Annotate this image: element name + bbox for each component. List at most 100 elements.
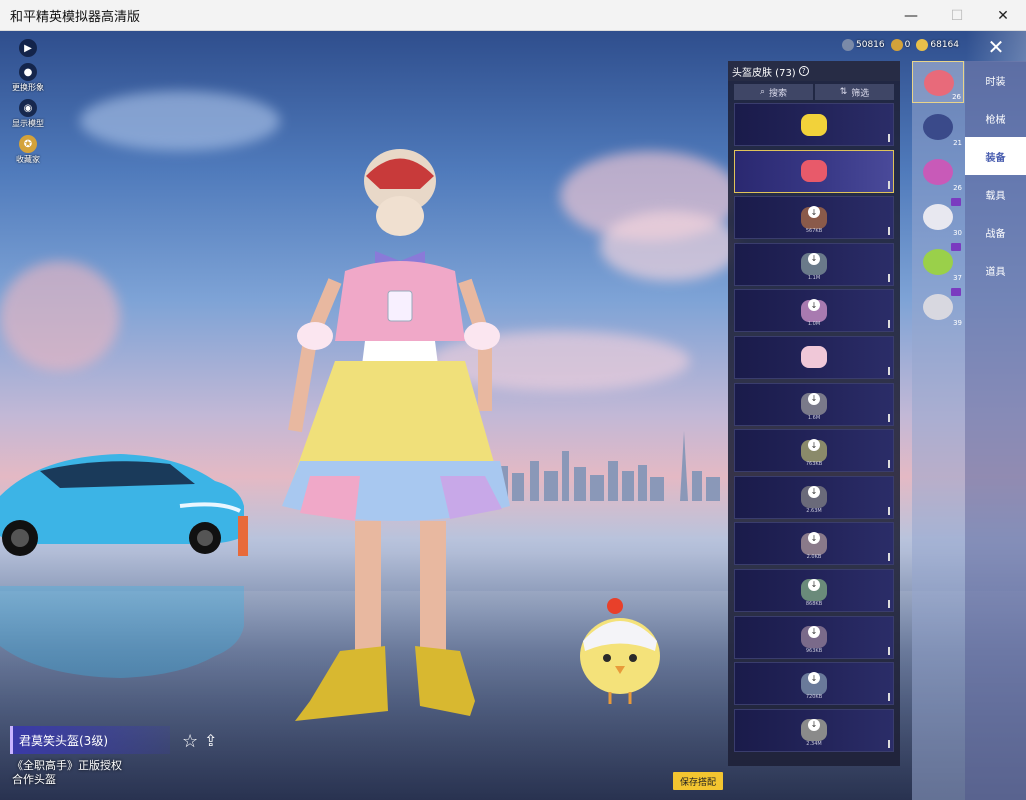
skin-item[interactable]: ↓ 1.1M (734, 242, 894, 286)
side-tools: ▶ ● 更换形象 ◉ 显示模型 ✪ 收藏家 (8, 39, 48, 171)
equipped-helmet[interactable]: 30 (912, 196, 964, 238)
download-icon: ↓ (808, 206, 820, 219)
download-icon: ↓ (808, 718, 820, 731)
category-tab[interactable]: 战备 (965, 213, 1026, 251)
panel-title: 头盔皮肤 (73) (732, 67, 796, 79)
search-icon: ⌕ (759, 87, 766, 97)
item-name-banner: 君莫笑头盔(3级) (10, 726, 170, 754)
window-controls: — ☐ ✕ (888, 0, 1026, 31)
skin-item[interactable]: ↓ 763KB (734, 429, 894, 473)
tool-collector[interactable]: ✪ 收藏家 (8, 135, 48, 165)
skin-item[interactable] (734, 149, 894, 193)
help-icon[interactable]: ? (798, 66, 809, 76)
helmet-thumbnail (801, 160, 827, 183)
equipped-helmet[interactable]: 39 (912, 286, 964, 328)
panel-tools: ⌕ 搜索 ⇅ 筛选 (728, 81, 900, 103)
eye-icon: ◉ (19, 99, 37, 117)
sports-car (0, 454, 248, 556)
skin-size: 1.0M (807, 321, 821, 328)
auth-line: 合作头盔 (12, 773, 56, 786)
skin-marker (888, 134, 890, 142)
currency-value: 50816 (856, 40, 885, 50)
skin-item[interactable]: ↓ 963KB (734, 615, 894, 659)
category-tab[interactable]: 枪械 (965, 99, 1026, 137)
tool-change-appearance[interactable]: ● 更换形象 (8, 63, 48, 93)
share-icon[interactable]: ⇪ (204, 731, 217, 750)
skin-item[interactable]: ↓ 1.6M (734, 382, 894, 426)
search-label: 搜索 (769, 88, 788, 99)
category-tab[interactable]: 时装 (965, 61, 1026, 99)
filter-label: 筛选 (851, 88, 870, 99)
category-tab[interactable]: 载具 (965, 175, 1026, 213)
equipped-helmet[interactable]: 26 (912, 61, 964, 103)
skin-item[interactable] (734, 335, 894, 379)
minimize-button[interactable]: — (888, 0, 934, 31)
avatar-icon: ● (19, 63, 37, 81)
skin-marker (888, 320, 890, 329)
skin-size: 2.0KB (806, 554, 822, 561)
equipped-helmet[interactable]: 26 (912, 151, 964, 193)
skin-item[interactable]: ↓ 2.63M (734, 475, 894, 519)
skin-marker (888, 227, 890, 236)
category-tab[interactable]: 装备 (965, 137, 1026, 175)
close-button[interactable]: ✕ (980, 0, 1026, 31)
skin-item[interactable]: ↓ 2.0KB (734, 522, 894, 566)
pet-chick (580, 598, 660, 704)
skin-item[interactable]: ↓ 567KB (734, 196, 894, 240)
video-badge-icon (951, 198, 961, 206)
currency-coupon: 50816 (842, 39, 885, 51)
helmet-count: 21 (953, 139, 962, 147)
helmet-count: 30 (953, 229, 962, 237)
skin-marker (888, 273, 890, 282)
helmet-icon (923, 294, 953, 320)
skin-item[interactable]: ↓ 868KB (734, 568, 894, 612)
save-outfit-button[interactable]: 保存搭配 (673, 772, 723, 790)
skin-marker (888, 599, 890, 608)
auth-line: 《全职高手》正版授权 (12, 759, 122, 772)
skin-size: 720KB (805, 694, 823, 701)
helmet-count: 26 (953, 184, 962, 192)
tool-label: 显示模型 (12, 119, 44, 128)
search-button[interactable]: ⌕ 搜索 (734, 84, 813, 100)
maximize-button[interactable]: ☐ (934, 0, 980, 31)
download-icon: ↓ (808, 299, 820, 312)
currency-value: 0 (904, 40, 911, 50)
favorite-star-icon[interactable]: ☆ (182, 731, 198, 752)
category-tab[interactable]: 道具 (965, 251, 1026, 289)
skin-marker (888, 646, 890, 655)
equipped-helmet[interactable]: 21 (912, 106, 964, 148)
tool-label: 收藏家 (16, 155, 40, 164)
video-badge-icon (951, 288, 961, 296)
filter-button[interactable]: ⇅ 筛选 (815, 84, 894, 100)
download-icon: ↓ (808, 532, 820, 545)
download-icon: ↓ (808, 485, 820, 498)
cloud (80, 91, 280, 151)
tool-show-model[interactable]: ◉ 显示模型 (8, 99, 48, 129)
skin-panel: 头盔皮肤 (73) ? ⌕ 搜索 ⇅ 筛选 ↓ 567KB ↓ 1.1M ↓ 1.0M ↓ 1… (728, 61, 900, 766)
game-close-button[interactable]: ✕ (966, 31, 1026, 62)
skin-size: 2.63M (806, 507, 822, 514)
skin-item[interactable]: ↓ 720KB (734, 662, 894, 706)
skin-item[interactable]: ↓ 2.34M (734, 708, 894, 752)
skin-size: 763KB (805, 461, 823, 468)
equipped-preview: 26 21 26 30 37 39 (912, 61, 965, 800)
item-authorization: 《全职高手》正版授权 合作头盔 (12, 759, 122, 787)
helmet-count: 37 (953, 274, 962, 282)
skin-size: 2.34M (806, 740, 822, 747)
skin-item[interactable] (734, 103, 894, 146)
tool-label: 更换形象 (12, 83, 44, 92)
panel-header: 头盔皮肤 (73) ? (728, 61, 900, 81)
skin-marker (888, 366, 890, 375)
skin-item[interactable]: ↓ 1.0M (734, 289, 894, 333)
equipped-helmet[interactable]: 37 (912, 241, 964, 283)
tool-play[interactable]: ▶ (8, 39, 48, 57)
helmet-icon (924, 70, 954, 96)
gold-icon (890, 39, 903, 51)
skin-marker (888, 506, 890, 515)
skin-list: ↓ 567KB ↓ 1.1M ↓ 1.0M ↓ 1.6M ↓ 763KB ↓ 2.63M ↓ 2.0KB ↓… (728, 103, 900, 752)
download-icon: ↓ (808, 392, 820, 405)
helmet-count: 26 (952, 93, 961, 101)
download-icon: ↓ (808, 252, 820, 265)
download-icon: ↓ (808, 625, 820, 638)
skin-marker (888, 460, 890, 469)
